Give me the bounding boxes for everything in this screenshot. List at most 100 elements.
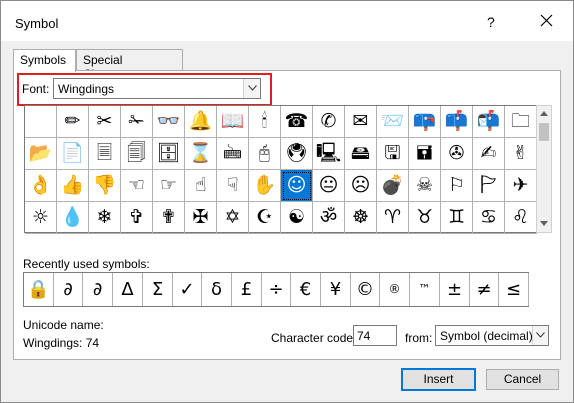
symbol-cell[interactable]: 🖮 — [217, 138, 249, 170]
symbol-cell[interactable]: ✟ — [153, 202, 185, 234]
symbol-cell[interactable]: 🕯 — [249, 106, 281, 138]
scroll-up-button[interactable] — [537, 106, 551, 122]
symbol-cell[interactable]: 💧 — [57, 202, 89, 234]
symbol-cell[interactable]: ✋ — [249, 170, 281, 202]
recent-symbol-cell[interactable]: ® — [380, 273, 410, 306]
symbol-cell[interactable]: ✡ — [217, 202, 249, 234]
from-dropdown-arrow[interactable] — [532, 326, 548, 345]
symbol-cell[interactable]: ✍ — [473, 138, 505, 170]
recent-symbol-cell[interactable]: Δ — [113, 273, 143, 306]
recent-symbol-cell[interactable]: © — [351, 273, 380, 306]
symbol-cell[interactable]: 📫 — [441, 106, 473, 138]
symbol-cell[interactable]: ☯ — [281, 202, 313, 234]
recent-symbol-cell[interactable]: ÷ — [262, 273, 291, 306]
symbol-cell[interactable]: 🏱 — [473, 170, 505, 202]
symbol-cell[interactable]: ✏ — [57, 106, 89, 138]
chevron-down-icon — [540, 221, 548, 226]
font-dropdown[interactable]: Wingdings — [53, 78, 261, 99]
symbol-cell[interactable]: ✠ — [185, 202, 217, 234]
symbol-cell[interactable]: 😐 — [313, 170, 345, 202]
symbol-cell[interactable]: ✌ — [505, 138, 537, 170]
symbol-cell[interactable]: 🖰 — [249, 138, 281, 170]
symbol-cell[interactable]: 🔔 — [185, 106, 217, 138]
recent-symbol-cell[interactable]: ¥ — [321, 273, 351, 306]
recent-symbol-cell[interactable]: δ — [202, 273, 232, 306]
symbol-cell[interactable]: ♌ — [505, 202, 537, 234]
symbol-cell[interactable]: 🗄 — [153, 138, 185, 170]
symbol-cell[interactable]: ☜ — [121, 170, 153, 202]
symbol-cell[interactable]: ⌛ — [185, 138, 217, 170]
recent-symbol-cell[interactable]: ≠ — [470, 273, 499, 306]
symbol-cell[interactable]: 👍 — [57, 170, 89, 202]
recent-symbol-cell[interactable]: 🔒 — [24, 273, 54, 306]
close-button[interactable] — [533, 10, 559, 34]
recent-symbol-cell[interactable]: ± — [440, 273, 470, 306]
symbol-cell[interactable]: 🖲 — [281, 138, 313, 170]
recent-symbol-cell[interactable]: Σ — [143, 273, 173, 306]
scroll-thumb[interactable] — [539, 123, 549, 141]
symbol-cell[interactable]: ❄ — [89, 202, 121, 234]
symbol-cell[interactable]: ☠ — [409, 170, 441, 202]
symbol-cell[interactable]: 📨 — [377, 106, 409, 138]
tab-symbols[interactable]: Symbols — [13, 49, 76, 72]
tab-symbols-label: Symbols — [20, 53, 67, 67]
recent-symbol-cell[interactable]: ≤ — [499, 273, 529, 306]
symbol-cell[interactable]: 📪 — [409, 106, 441, 138]
recent-symbol-cell[interactable]: ™ — [410, 273, 440, 306]
symbol-cell[interactable]: ☼ — [25, 202, 57, 234]
symbol-cell[interactable]: ☟ — [217, 170, 249, 202]
symbol-cell[interactable]: 🖴 — [345, 138, 377, 170]
symbol-cell[interactable]: ♉ — [409, 202, 441, 234]
symbol-cell[interactable]: ☎ — [281, 106, 313, 138]
from-label: from: — [405, 331, 433, 345]
insert-button[interactable]: Insert — [401, 368, 476, 391]
symbol-cell[interactable]: ☞ — [153, 170, 185, 202]
symbol-cell[interactable]: ✆ — [313, 106, 345, 138]
symbol-cell[interactable]: 👌 — [25, 170, 57, 202]
symbol-cell[interactable]: ☹ — [345, 170, 377, 202]
symbol-cell[interactable]: 👓 — [153, 106, 185, 138]
symbol-cell[interactable]: 🖫 — [377, 138, 409, 170]
symbol-cell[interactable]: 🗐 — [121, 138, 153, 170]
tab-special-characters[interactable]: Special Characters — [76, 49, 183, 81]
symbol-cell[interactable]: ✈ — [505, 170, 537, 202]
font-dropdown-arrow[interactable] — [243, 79, 260, 98]
recent-symbols-row: 🔒 ∂ ∂ Δ Σ ✓ δ £ ÷ € ¥ © ® ™ ± ≠ ≤ — [23, 272, 529, 307]
symbol-cell[interactable]: ⚐ — [441, 170, 473, 202]
symbol-cell[interactable]: 🖬 — [409, 138, 441, 170]
symbol-cell[interactable]: ☸ — [345, 202, 377, 234]
symbol-cell[interactable]: 👎 — [89, 170, 121, 202]
from-dropdown[interactable]: Symbol (decimal) — [435, 325, 549, 346]
symbol-cell[interactable]: ॐ — [313, 202, 345, 234]
symbol-cell[interactable]: ♈ — [377, 202, 409, 234]
recent-symbol-cell[interactable]: ∂ — [83, 273, 113, 306]
symbol-cell[interactable]: ☪ — [249, 202, 281, 234]
symbol-cell[interactable]: ♊ — [441, 202, 473, 234]
symbol-cell[interactable]: 📂 — [25, 138, 57, 170]
symbol-cell[interactable]: ☝ — [185, 170, 217, 202]
symbol-cell[interactable]: 📬 — [473, 106, 505, 138]
symbol-grid-scrollbar[interactable] — [536, 105, 552, 233]
recent-symbol-cell[interactable]: ∂ — [54, 273, 83, 306]
symbol-cell[interactable]: ☺ — [281, 170, 313, 202]
symbol-cell[interactable]: ✂ — [89, 106, 121, 138]
symbol-cell[interactable]: 📖 — [217, 106, 249, 138]
recent-symbol-cell[interactable]: ✓ — [173, 273, 202, 306]
symbol-cell[interactable]: ♋ — [473, 202, 505, 234]
symbol-cell[interactable]: ✇ — [441, 138, 473, 170]
symbol-cell[interactable]: 🖳 — [313, 138, 345, 170]
character-code-input[interactable]: 74 — [353, 325, 397, 346]
symbol-cell[interactable] — [25, 106, 57, 138]
symbol-cell[interactable]: ✞ — [121, 202, 153, 234]
help-button[interactable]: ? — [487, 14, 495, 30]
recent-symbol-cell[interactable]: € — [291, 273, 321, 306]
symbol-cell[interactable]: ✁ — [121, 106, 153, 138]
symbol-cell[interactable]: ✉ — [345, 106, 377, 138]
symbol-cell[interactable]: 🗏 — [89, 138, 121, 170]
symbol-cell[interactable]: 📄 — [57, 138, 89, 170]
cancel-button[interactable]: Cancel — [486, 369, 559, 390]
recent-symbol-cell[interactable]: £ — [232, 273, 262, 306]
symbol-cell[interactable]: 💣 — [377, 170, 409, 202]
scroll-down-button[interactable] — [537, 216, 551, 232]
symbol-cell[interactable]: 🗀 — [505, 106, 537, 138]
